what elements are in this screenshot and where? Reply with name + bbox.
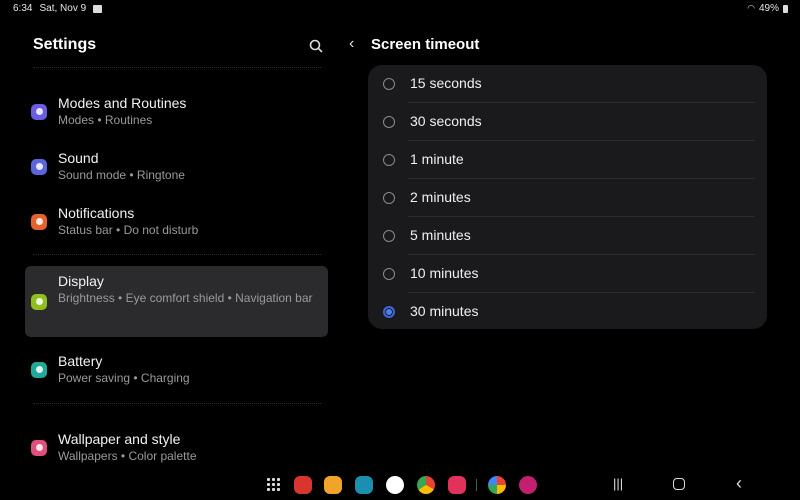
timeout-option[interactable]: 10 minutes xyxy=(368,255,767,293)
messages-app-icon[interactable] xyxy=(386,476,404,494)
home-button[interactable] xyxy=(673,478,685,490)
divider xyxy=(33,403,321,404)
back-nav-button[interactable]: ‹ xyxy=(736,473,742,494)
timeout-option[interactable]: 1 minute xyxy=(368,141,767,179)
timeout-option[interactable]: 15 seconds xyxy=(368,65,767,103)
clock: 6:34 xyxy=(13,3,33,14)
timeout-option[interactable]: 2 minutes xyxy=(368,179,767,217)
timeout-option[interactable]: 5 minutes xyxy=(368,217,767,255)
battery-icon xyxy=(783,4,788,13)
back-icon: ‹ xyxy=(736,473,742,493)
taskbar: ||| ‹ xyxy=(0,468,800,500)
search-icon xyxy=(309,39,323,53)
wifi-icon: ◠ xyxy=(747,3,755,13)
settings-item-modes-and-routines[interactable]: Modes and Routines Modes • Routines xyxy=(25,88,328,135)
timeout-option-selected[interactable]: 30 minutes xyxy=(368,293,767,331)
photos-app-icon[interactable] xyxy=(488,476,506,494)
wallpaper-icon xyxy=(31,439,47,456)
date: Sat, Nov 9 xyxy=(39,3,87,14)
display-icon xyxy=(31,293,47,310)
back-button[interactable]: ‹ xyxy=(349,35,354,53)
battery-percent: 49% xyxy=(758,3,779,14)
radio-button[interactable] xyxy=(383,192,395,204)
page-title: Settings xyxy=(33,36,97,53)
chevron-left-icon: ‹ xyxy=(349,35,355,52)
calendar-app-icon[interactable] xyxy=(355,476,373,494)
notifications-icon xyxy=(31,213,47,230)
page-title: Screen timeout xyxy=(371,36,480,53)
files-app-icon[interactable] xyxy=(324,476,342,494)
flower-app-icon[interactable] xyxy=(519,476,537,494)
radio-button[interactable] xyxy=(383,116,395,128)
chrome-app-icon[interactable] xyxy=(417,476,435,494)
image-notification-icon xyxy=(93,4,103,13)
timeout-options-card: 15 seconds 30 seconds 1 minute 2 minutes… xyxy=(368,65,767,329)
search-button[interactable] xyxy=(306,36,326,56)
settings-item-wallpaper-and-style[interactable]: Wallpaper and style Wallpapers • Color p… xyxy=(25,424,328,471)
settings-item-battery[interactable]: Battery Power saving • Charging xyxy=(25,346,328,393)
settings-item-notifications[interactable]: Notifications Status bar • Do not distur… xyxy=(25,198,328,245)
timeout-option[interactable]: 30 seconds xyxy=(368,103,767,141)
recents-button[interactable]: ||| xyxy=(613,476,623,491)
apps-grid-button[interactable] xyxy=(267,478,280,491)
recents-icon: ||| xyxy=(613,476,624,491)
settings-item-sound[interactable]: Sound Sound mode • Ringtone xyxy=(25,143,328,190)
settings-pane: Settings Modes and Routines Modes • Rout… xyxy=(0,18,345,468)
notes-app-icon[interactable] xyxy=(294,476,312,494)
radio-button[interactable] xyxy=(383,230,395,242)
screen-timeout-pane: ‹ Screen timeout 15 seconds 30 seconds 1… xyxy=(345,18,800,468)
radio-button-selected[interactable] xyxy=(383,306,395,318)
battery-settings-icon xyxy=(31,361,47,378)
settings-item-display[interactable]: Display Brightness • Eye comfort shield … xyxy=(25,266,328,337)
status-bar: 6:34 Sat, Nov 9 ◠ 49% xyxy=(0,0,800,18)
modes-icon xyxy=(31,103,47,120)
radio-button[interactable] xyxy=(383,268,395,280)
radio-button[interactable] xyxy=(383,154,395,166)
divider xyxy=(33,254,321,255)
screen-recorder-app-icon[interactable] xyxy=(448,476,466,494)
radio-button[interactable] xyxy=(383,78,395,90)
taskbar-divider xyxy=(476,479,477,491)
divider xyxy=(33,67,321,68)
sound-icon xyxy=(31,158,47,175)
